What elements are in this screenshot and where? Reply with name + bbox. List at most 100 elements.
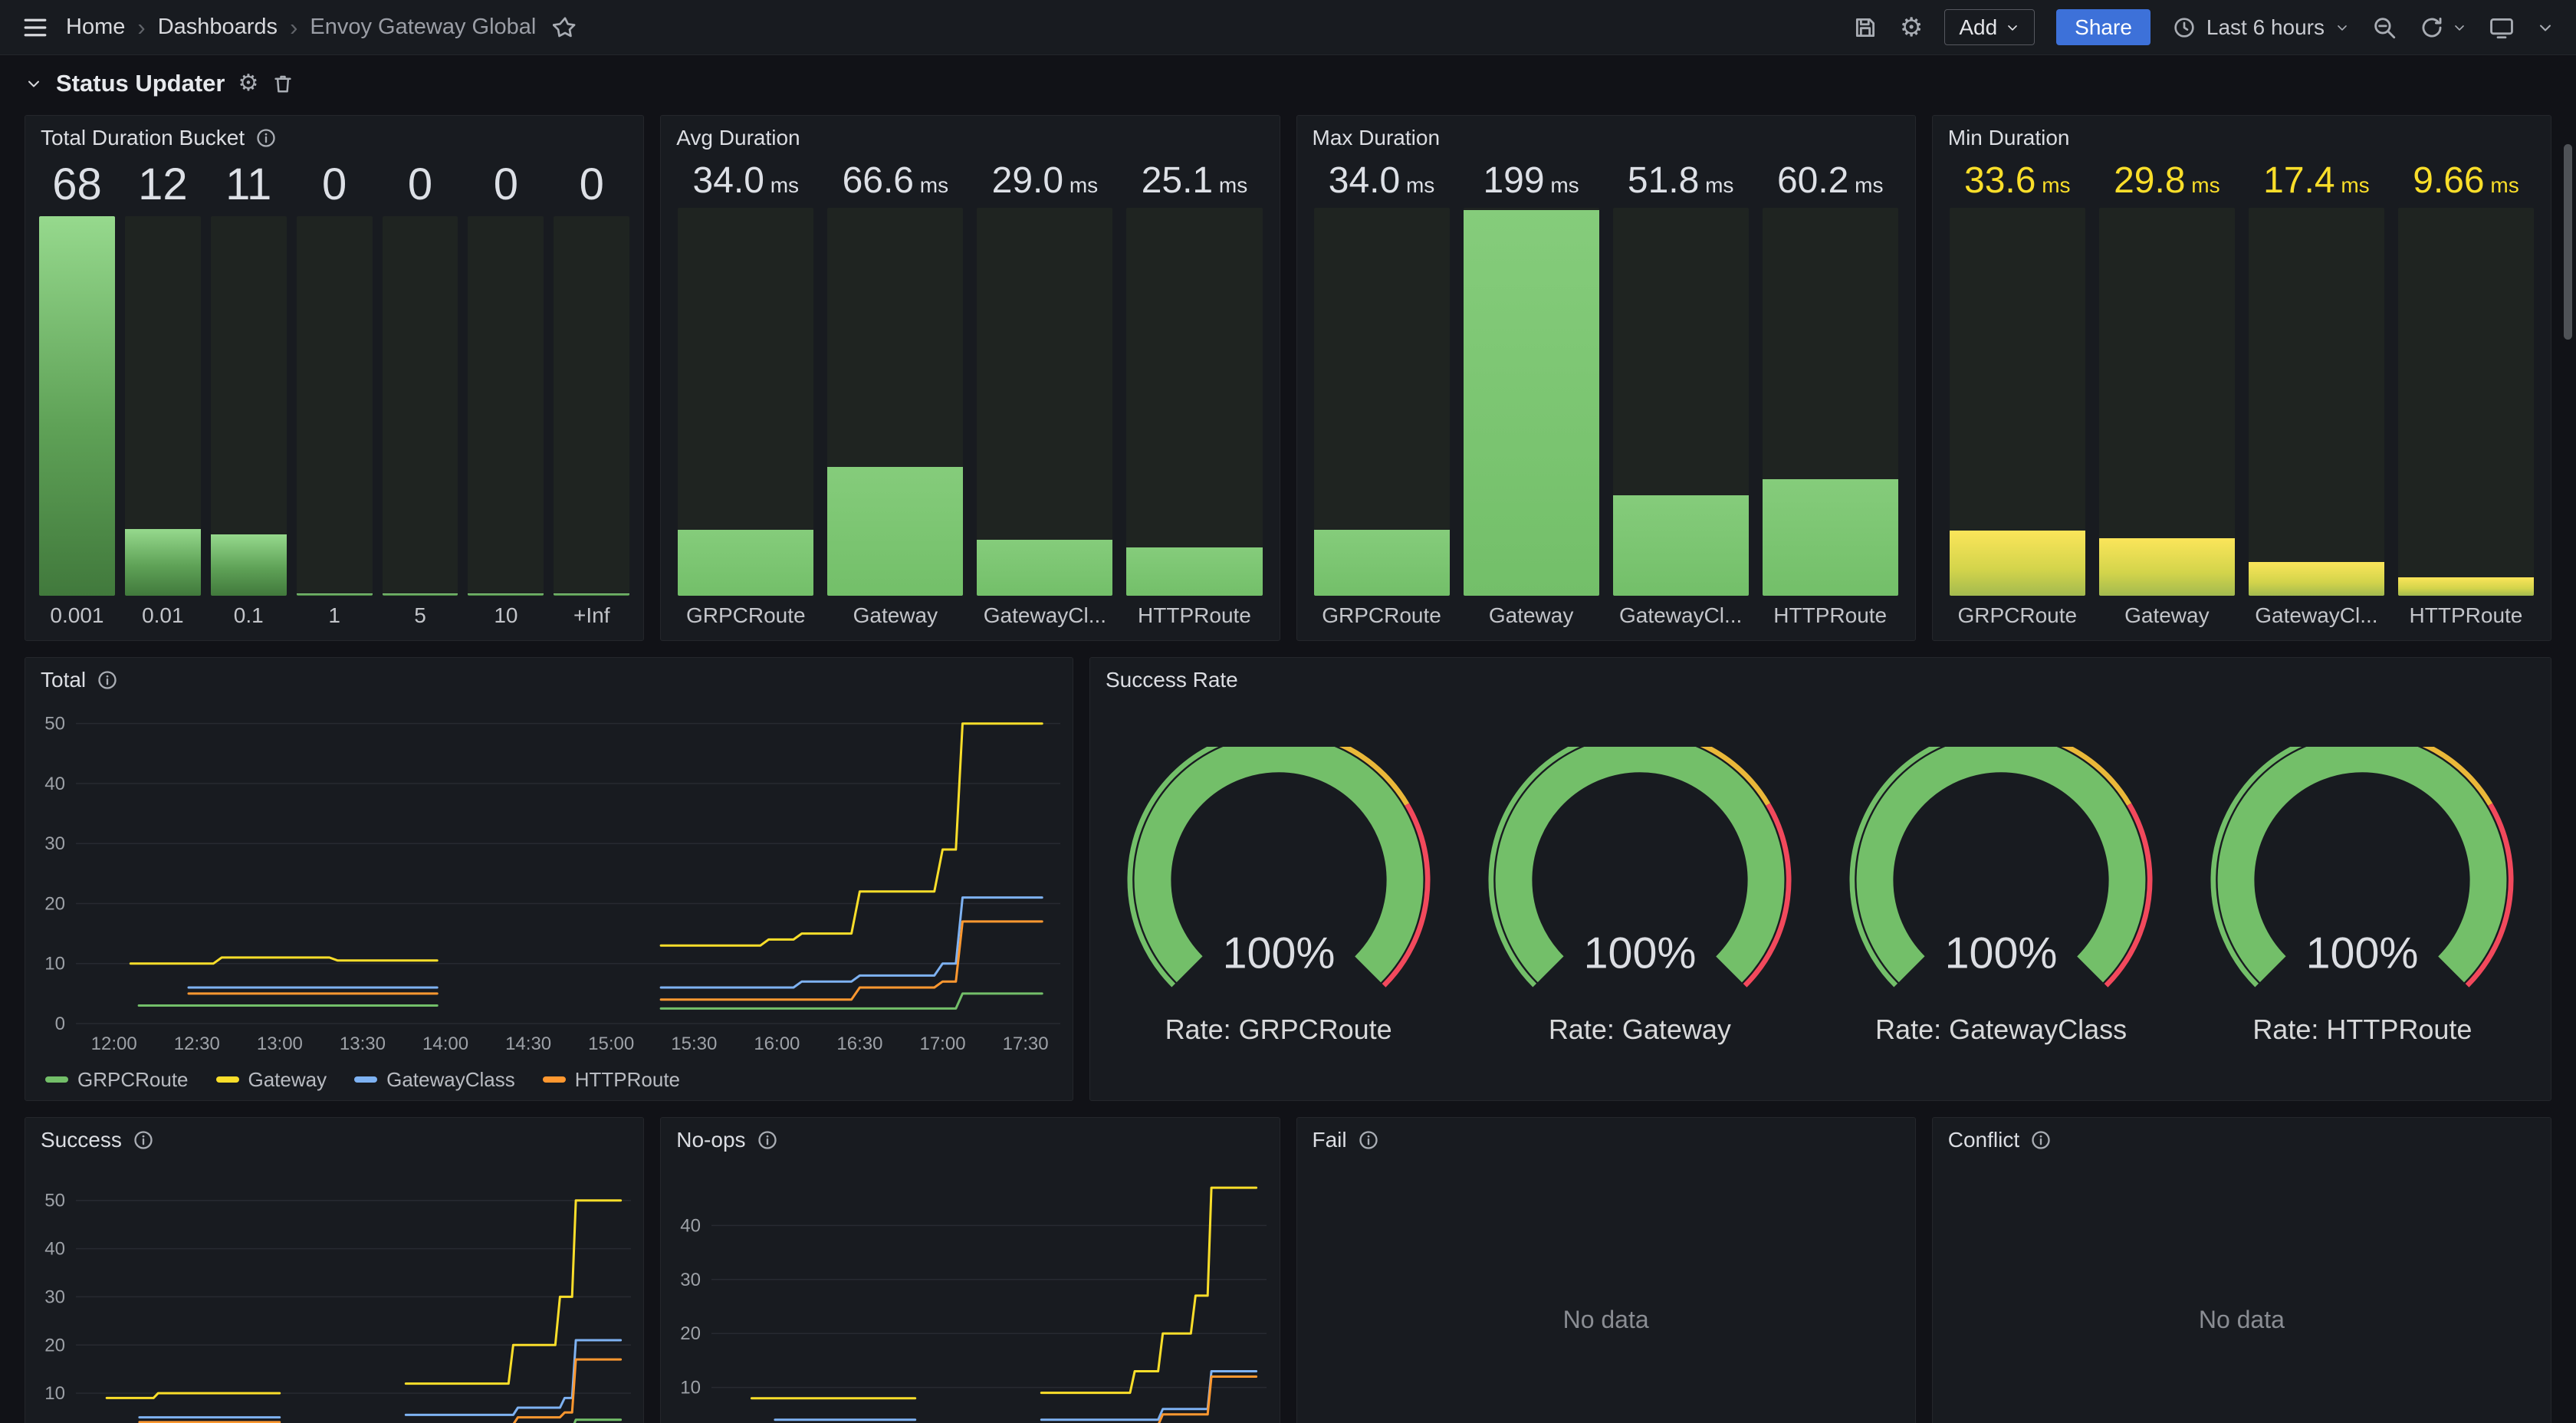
svg-text:15:30: 15:30	[671, 1034, 717, 1054]
info-icon[interactable]	[255, 127, 277, 149]
chevron-down-icon	[2452, 20, 2467, 35]
legend-swatch	[354, 1076, 377, 1083]
bar-value: 0	[468, 162, 544, 209]
info-icon[interactable]	[1358, 1129, 1379, 1151]
bar-gauge-HTTPRoute: 25.1 ms HTTPRoute	[1126, 162, 1262, 628]
bar-track	[977, 208, 1112, 596]
svg-text:10: 10	[681, 1378, 702, 1398]
svg-text:13:30: 13:30	[340, 1034, 386, 1054]
bar-gauge-group: 680.001120.01110.101050100+Inf	[25, 160, 643, 640]
bar-axis-label: GatewayCl...	[1613, 596, 1749, 628]
bar-gauge-Gateway: 199 msGateway	[1464, 162, 1599, 628]
hamburger-menu-button[interactable]	[21, 14, 49, 41]
tv-icon	[2489, 15, 2515, 41]
bar-gauge-GatewayCl...: 17.4 msGatewayCl...	[2249, 162, 2384, 628]
row-collapse-chevron-icon[interactable]	[25, 74, 43, 93]
time-range-label: Last 6 hours	[2206, 15, 2325, 40]
bar-track	[678, 208, 813, 596]
row-settings-gear-icon[interactable]: ⚙	[238, 72, 258, 95]
add-button[interactable]: Add	[1944, 9, 2035, 45]
bar-axis-label: Gateway	[1464, 596, 1599, 628]
bar-track	[1464, 208, 1599, 596]
bar-gauge-0.001: 680.001	[39, 162, 115, 628]
refresh-interval-dropdown[interactable]	[2452, 20, 2467, 35]
info-icon[interactable]	[757, 1129, 778, 1151]
legend-item-grpcroute[interactable]: GRPCRoute	[45, 1068, 189, 1092]
save-icon	[1852, 15, 1878, 41]
bar-value: 51.8 ms	[1613, 162, 1749, 200]
svg-text:40: 40	[44, 1239, 65, 1260]
bar-value: 17.4 ms	[2249, 162, 2384, 200]
legend-item-gatewayclass[interactable]: GatewayClass	[354, 1068, 515, 1092]
no-ops-time-series-chart[interactable]: 10203040	[661, 1162, 1279, 1423]
bar-axis-label: 10	[468, 596, 544, 628]
info-icon[interactable]	[97, 669, 118, 691]
breadcrumb-dashboards[interactable]: Dashboards	[158, 15, 278, 40]
nav-overflow-button[interactable]	[2536, 18, 2555, 37]
bar-axis-label: Gateway	[2099, 596, 2235, 628]
bar-value: 34.0 ms	[1314, 162, 1450, 200]
svg-text:13:00: 13:00	[257, 1034, 303, 1054]
panel-title[interactable]: Conflict	[1948, 1128, 2019, 1152]
svg-text:20: 20	[681, 1323, 702, 1344]
star-icon	[553, 15, 577, 40]
bar-value: 66.6 ms	[827, 162, 963, 200]
panel-title[interactable]: No-ops	[676, 1128, 745, 1152]
bar-axis-label: HTTPRoute	[1126, 596, 1262, 628]
save-dashboard-button[interactable]	[1852, 15, 1878, 41]
chevron-down-icon	[2334, 20, 2350, 35]
row-title[interactable]: Status Updater	[56, 70, 225, 97]
legend-item-httproute[interactable]: HTTPRoute	[543, 1068, 680, 1092]
panel-title[interactable]: Min Duration	[1948, 126, 2070, 150]
bar-gauge-HTTPRoute: 9.66 msHTTPRoute	[2398, 162, 2534, 628]
panel-title[interactable]: Total Duration Bucket	[41, 126, 245, 150]
breadcrumb-home[interactable]: Home	[66, 15, 125, 40]
svg-text:50: 50	[44, 714, 65, 735]
bar-axis-label: GatewayCl...	[977, 596, 1112, 628]
bar-value: 68	[39, 162, 115, 209]
tv-mode-button[interactable]	[2489, 15, 2515, 41]
success-time-series-chart[interactable]: 1020304050	[25, 1162, 643, 1423]
hamburger-menu-icon	[21, 14, 49, 41]
info-icon[interactable]	[2030, 1129, 2052, 1151]
panel-title[interactable]: Avg Duration	[676, 126, 800, 150]
svg-text:10: 10	[44, 1383, 65, 1404]
bar-value: 25.1 ms	[1126, 162, 1262, 200]
info-icon[interactable]	[133, 1129, 154, 1151]
row-delete-trash-icon[interactable]	[271, 72, 294, 95]
refresh-button[interactable]	[2419, 15, 2445, 41]
panel-title[interactable]: Success	[41, 1128, 122, 1152]
bar-value: 29.0 ms	[977, 162, 1112, 200]
bar-axis-label: GRPCRoute	[1314, 596, 1450, 628]
bar-track	[2099, 208, 2235, 596]
panel-title[interactable]: Max Duration	[1313, 126, 1441, 150]
panel-title[interactable]: Total	[41, 668, 86, 692]
gauge-rate-httproute: 100%Rate: HTTPRoute	[2182, 747, 2543, 1046]
total-time-series-chart[interactable]: 0102030405012:0012:3013:0013:3014:0014:3…	[25, 702, 1073, 1059]
time-range-picker[interactable]: Last 6 hours	[2172, 15, 2350, 40]
gauge-label: Rate: GatewayClass	[1875, 1014, 2127, 1046]
svg-text:14:30: 14:30	[505, 1034, 551, 1054]
panel-title[interactable]: Fail	[1313, 1128, 1347, 1152]
svg-text:100%: 100%	[1945, 928, 2058, 978]
refresh-icon	[2419, 15, 2445, 41]
dashboard-settings-button[interactable]: ⚙	[1900, 15, 1923, 41]
no-data-message: No data	[1563, 1306, 1649, 1334]
panel-title[interactable]: Success Rate	[1106, 668, 1238, 692]
bar-gauge-5: 05	[383, 162, 458, 628]
panel-min-duration: Min Duration 33.6 msGRPCRoute29.8 msGate…	[1932, 115, 2551, 641]
share-button[interactable]: Share	[2056, 9, 2150, 45]
bar-track	[125, 216, 201, 596]
bar-value: 11	[211, 162, 287, 209]
bar-axis-label: HTTPRoute	[2398, 596, 2534, 628]
chart-legend: GRPCRoute Gateway GatewayClass HTTPRoute	[25, 1059, 1073, 1100]
bar-track	[468, 216, 544, 596]
favorite-star-button[interactable]	[553, 15, 577, 40]
bar-value: 0	[554, 162, 629, 209]
bar-gauge-GRPCRoute: 33.6 msGRPCRoute	[1950, 162, 2085, 628]
legend-item-gateway[interactable]: Gateway	[216, 1068, 327, 1092]
bar-axis-label: Gateway	[827, 596, 963, 628]
bar-gauge-10: 0 10	[468, 162, 544, 628]
page-scrollbar-thumb[interactable]	[2564, 144, 2572, 340]
zoom-out-button[interactable]	[2371, 15, 2397, 41]
